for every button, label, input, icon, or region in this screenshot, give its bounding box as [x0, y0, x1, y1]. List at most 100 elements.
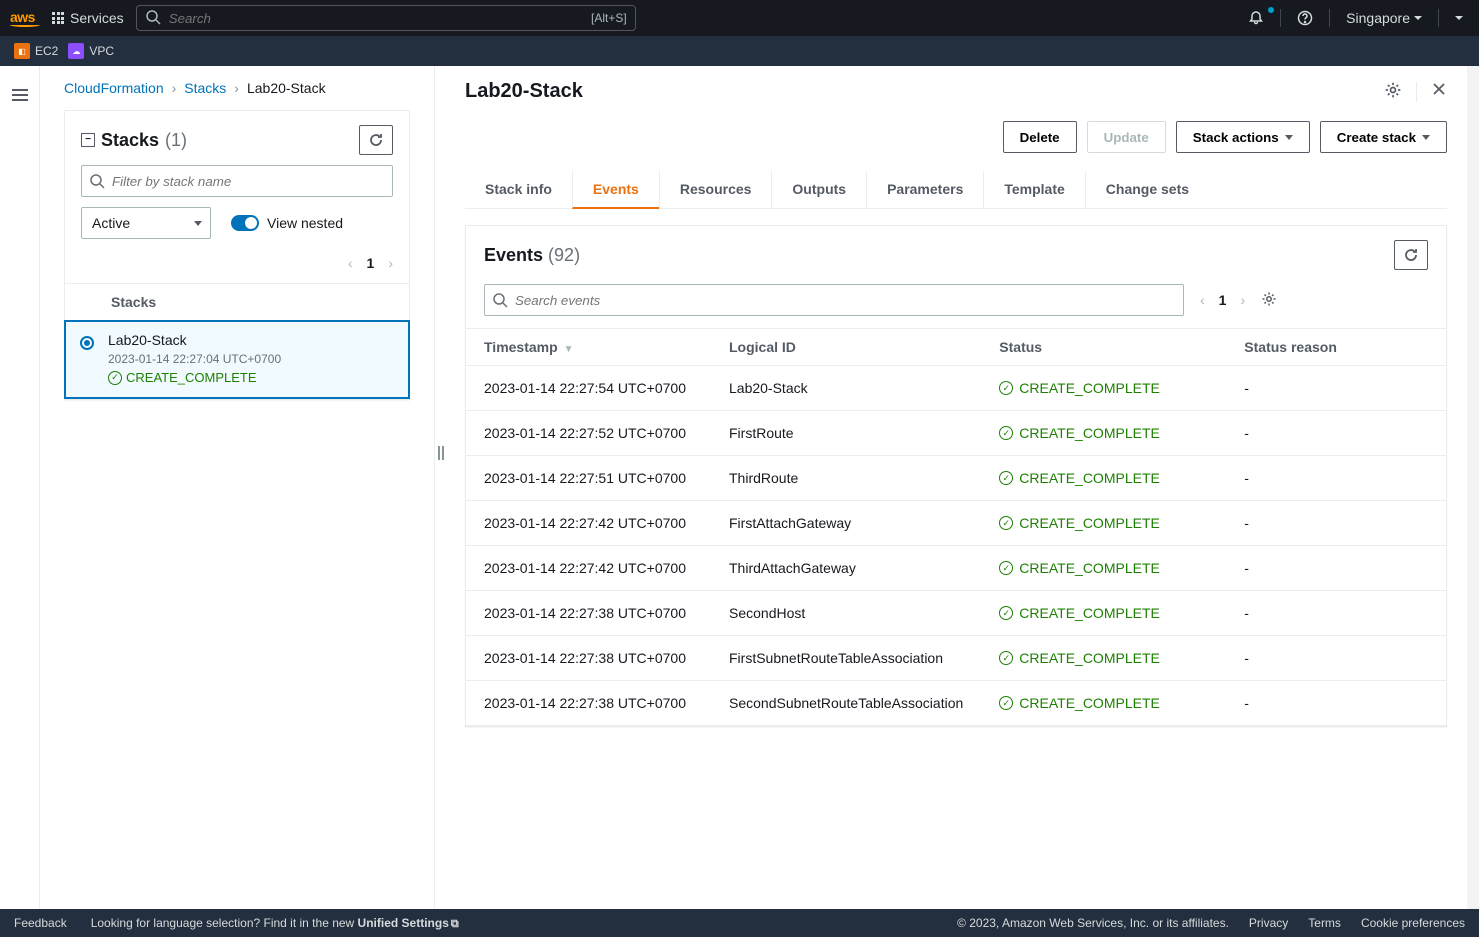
events-title-text: Events: [484, 245, 543, 265]
tab-stack-info[interactable]: Stack info: [465, 171, 572, 208]
feedback-link[interactable]: Feedback: [14, 916, 67, 930]
breadcrumb-stacks[interactable]: Stacks: [184, 80, 226, 96]
stack-actions-button[interactable]: Stack actions: [1176, 121, 1310, 153]
global-nav: aws Services [Alt+S] Singapore: [0, 0, 1479, 36]
prev-page-button[interactable]: ‹: [1200, 292, 1205, 308]
terms-link[interactable]: Terms: [1308, 916, 1341, 930]
stack-filter-input[interactable]: [81, 165, 393, 197]
cell-logical-id: Lab20-Stack: [711, 366, 981, 411]
cell-reason: -: [1226, 456, 1446, 501]
events-pager: ‹ 1 ›: [1200, 292, 1245, 308]
table-row: 2023-01-14 22:27:38 UTC+0700SecondSubnet…: [466, 681, 1446, 726]
vpc-icon: ☁: [68, 43, 84, 59]
cell-logical-id: SecondSubnetRouteTableAssociation: [711, 681, 981, 726]
cell-timestamp: 2023-01-14 22:27:51 UTC+0700: [466, 456, 711, 501]
collapse-icon[interactable]: −: [81, 133, 95, 147]
page-number: 1: [1219, 292, 1227, 308]
col-reason[interactable]: Status reason: [1226, 329, 1446, 366]
breadcrumb-root[interactable]: CloudFormation: [64, 80, 164, 96]
prev-page-button[interactable]: ‹: [348, 255, 353, 271]
cell-timestamp: 2023-01-14 22:27:42 UTC+0700: [466, 501, 711, 546]
cell-logical-id: SecondHost: [711, 591, 981, 636]
events-count: (92): [548, 245, 580, 265]
status-filter-select[interactable]: Active: [81, 207, 211, 239]
cell-status: ✓CREATE_COMPLETE: [981, 681, 1226, 726]
tab-template[interactable]: Template: [983, 171, 1084, 208]
cell-reason: -: [1226, 501, 1446, 546]
events-table: Timestamp▼ Logical ID Status Status reas…: [466, 328, 1446, 726]
check-circle-icon: ✓: [999, 696, 1013, 710]
detail-tabs: Stack info Events Resources Outputs Para…: [465, 171, 1447, 209]
refresh-events-button[interactable]: [1394, 240, 1428, 270]
notifications-button[interactable]: [1242, 10, 1270, 26]
cell-reason: -: [1226, 681, 1446, 726]
scrollbar[interactable]: [1467, 66, 1479, 909]
region-selector[interactable]: Singapore: [1340, 10, 1428, 26]
hamburger-button[interactable]: [12, 89, 28, 101]
service-pill-vpc[interactable]: ☁ VPC: [68, 43, 114, 59]
service-pill-ec2[interactable]: ◧ EC2: [14, 43, 58, 59]
tab-change-sets[interactable]: Change sets: [1085, 171, 1209, 208]
stacks-list-header: Stacks: [65, 283, 409, 320]
global-search[interactable]: [Alt+S]: [136, 5, 636, 31]
radio-selected-icon[interactable]: [80, 336, 94, 350]
privacy-link[interactable]: Privacy: [1249, 916, 1288, 930]
cookies-link[interactable]: Cookie preferences: [1361, 916, 1465, 930]
cell-timestamp: 2023-01-14 22:27:38 UTC+0700: [466, 681, 711, 726]
aws-logo[interactable]: aws: [10, 9, 40, 27]
panel-resize-handle[interactable]: [435, 66, 451, 909]
col-status[interactable]: Status: [981, 329, 1226, 366]
services-menu[interactable]: Services: [52, 10, 124, 26]
nav-right: Singapore: [1242, 9, 1469, 27]
tab-events[interactable]: Events: [572, 171, 659, 209]
tab-parameters[interactable]: Parameters: [866, 171, 983, 208]
cell-status: ✓CREATE_COMPLETE: [981, 411, 1226, 456]
delete-button[interactable]: Delete: [1003, 121, 1077, 153]
settings-button[interactable]: [1384, 81, 1402, 102]
table-settings-button[interactable]: [1261, 291, 1277, 310]
close-button[interactable]: [1431, 80, 1447, 103]
footer-hint-text: Looking for language selection? Find it …: [91, 916, 358, 930]
tab-resources[interactable]: Resources: [659, 171, 772, 208]
footer-hint: Looking for language selection? Find it …: [91, 916, 459, 931]
chevron-right-icon: ›: [172, 80, 177, 96]
refresh-stacks-button[interactable]: [359, 125, 393, 155]
stacks-title-text: Stacks: [101, 130, 159, 151]
chevron-right-icon: ›: [234, 80, 239, 96]
events-search-input[interactable]: [484, 284, 1184, 316]
copyright: © 2023, Amazon Web Services, Inc. or its…: [957, 916, 1229, 930]
view-nested-toggle[interactable]: View nested: [231, 215, 343, 231]
next-page-button[interactable]: ›: [1240, 292, 1245, 308]
caret-down-icon: [1414, 16, 1422, 20]
next-page-button[interactable]: ›: [388, 255, 393, 271]
unified-label: Unified Settings: [358, 916, 449, 930]
table-row: 2023-01-14 22:27:54 UTC+0700Lab20-Stack✓…: [466, 366, 1446, 411]
stack-item-name: Lab20-Stack: [108, 332, 281, 348]
col-timestamp[interactable]: Timestamp▼: [466, 329, 711, 366]
cell-timestamp: 2023-01-14 22:27:38 UTC+0700: [466, 636, 711, 681]
stack-list-item[interactable]: Lab20-Stack 2023-01-14 22:27:04 UTC+0700…: [64, 320, 410, 399]
close-icon: [1431, 81, 1447, 97]
create-stack-button[interactable]: Create stack: [1320, 121, 1447, 153]
unified-settings-link[interactable]: Unified Settings⧉: [358, 916, 459, 930]
cell-status: ✓CREATE_COMPLETE: [981, 456, 1226, 501]
cell-timestamp: 2023-01-14 22:27:54 UTC+0700: [466, 366, 711, 411]
stack-detail-panel: Lab20-Stack Delete Update Stack actions …: [451, 66, 1467, 909]
tab-outputs[interactable]: Outputs: [771, 171, 866, 208]
search-input[interactable]: [169, 11, 583, 26]
account-menu[interactable]: [1449, 16, 1469, 20]
external-link-icon: ⧉: [451, 918, 459, 930]
cell-reason: -: [1226, 366, 1446, 411]
help-icon: [1297, 10, 1313, 26]
events-title: Events (92): [484, 245, 580, 266]
check-circle-icon: ✓: [999, 561, 1013, 575]
cell-status: ✓CREATE_COMPLETE: [981, 366, 1226, 411]
table-row: 2023-01-14 22:27:42 UTC+0700FirstAttachG…: [466, 501, 1446, 546]
services-label: Services: [70, 10, 124, 26]
notification-dot-icon: [1268, 7, 1274, 13]
footer: Feedback Looking for language selection?…: [0, 909, 1479, 937]
update-label: Update: [1104, 130, 1149, 145]
gear-icon: [1384, 81, 1402, 99]
col-logical-id[interactable]: Logical ID: [711, 329, 981, 366]
help-button[interactable]: [1291, 10, 1319, 26]
